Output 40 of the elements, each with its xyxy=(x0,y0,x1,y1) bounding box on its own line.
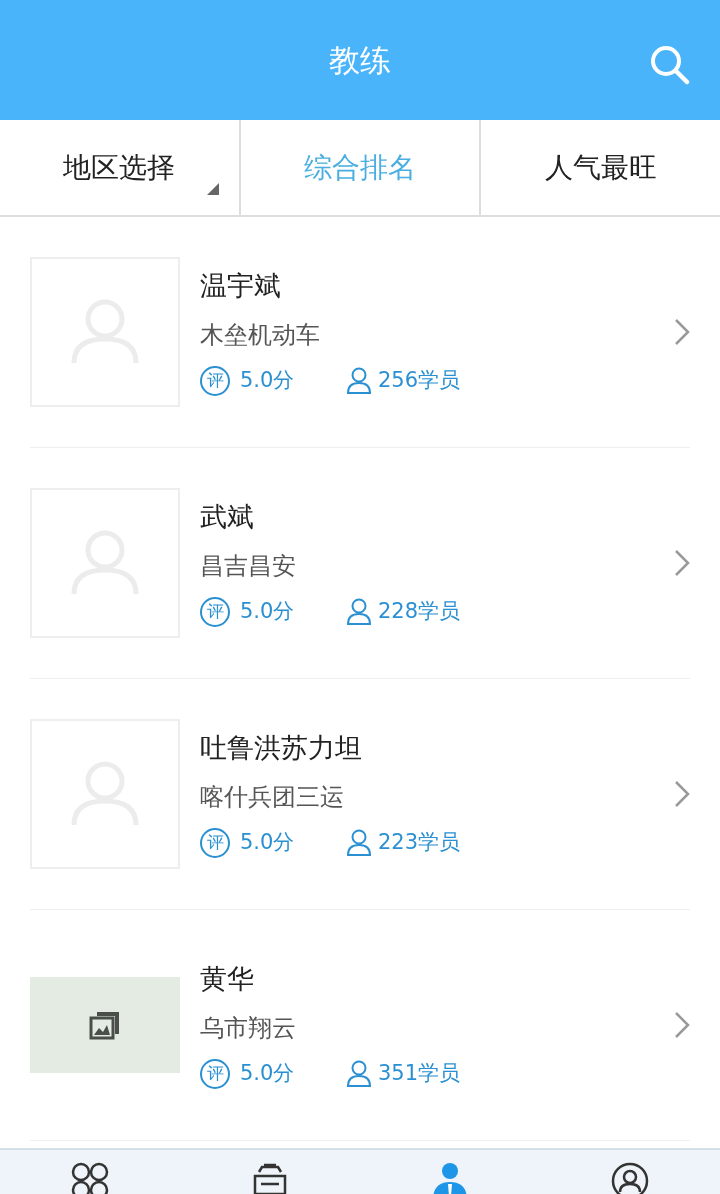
rating-badge: 评 xyxy=(200,828,230,858)
clover-icon[interactable] xyxy=(71,1162,109,1194)
person-icon xyxy=(346,598,372,626)
rating-badge: 评 xyxy=(200,1059,230,1089)
rating-score: 5.0分 xyxy=(240,598,296,626)
student-count: 228学员 xyxy=(378,598,461,626)
rating-score: 5.0分 xyxy=(240,829,296,857)
rating-score: 5.0分 xyxy=(240,367,296,395)
page-title: 教练 xyxy=(329,40,391,80)
driving-school: 喀什兵团三运 xyxy=(200,782,345,814)
coach-row[interactable]: 黄华 乌市翔云 评 5.0分 351学员 xyxy=(30,910,690,1141)
chevron-right-icon xyxy=(674,780,690,808)
person-icon xyxy=(346,367,372,395)
filter-tab[interactable]: 地区选择 xyxy=(0,120,239,215)
driving-school: 昌吉昌安 xyxy=(200,551,297,583)
image-icon xyxy=(89,1010,121,1040)
chevron-right-icon xyxy=(674,318,690,346)
profile-icon[interactable] xyxy=(611,1162,649,1194)
coach-name: 黄华 xyxy=(200,962,255,997)
driving-school: 木垒机动车 xyxy=(200,320,321,352)
filter-tab[interactable]: 人气最旺 xyxy=(479,120,720,215)
coach-name: 吐鲁洪苏力坦 xyxy=(200,731,363,766)
rating-badge: 评 xyxy=(200,597,230,627)
chevron-right-icon xyxy=(674,549,690,577)
coach-row[interactable]: 吐鲁洪苏力坦 喀什兵团三运 评 5.0分 223学员 xyxy=(30,679,690,910)
rating-score: 5.0分 xyxy=(240,1060,296,1088)
dropdown-triangle-icon xyxy=(206,183,219,195)
person-icon xyxy=(346,1060,372,1088)
person-icon xyxy=(346,829,372,857)
rating-badge: 评 xyxy=(200,366,230,396)
coach-name: 武斌 xyxy=(200,500,255,535)
coach-name: 温宇斌 xyxy=(200,269,282,304)
coach-row[interactable]: 温宇斌 木垒机动车 评 5.0分 256学员 xyxy=(30,217,690,448)
student-count: 223学员 xyxy=(378,829,461,857)
driving-school: 乌市翔云 xyxy=(200,1013,297,1045)
coach-icon[interactable] xyxy=(431,1162,469,1194)
chevron-right-icon xyxy=(674,1011,690,1039)
student-count: 351学员 xyxy=(378,1060,461,1088)
student-count: 256学员 xyxy=(378,367,461,395)
coach-row[interactable]: 武斌 昌吉昌安 评 5.0分 228学员 xyxy=(30,448,690,679)
